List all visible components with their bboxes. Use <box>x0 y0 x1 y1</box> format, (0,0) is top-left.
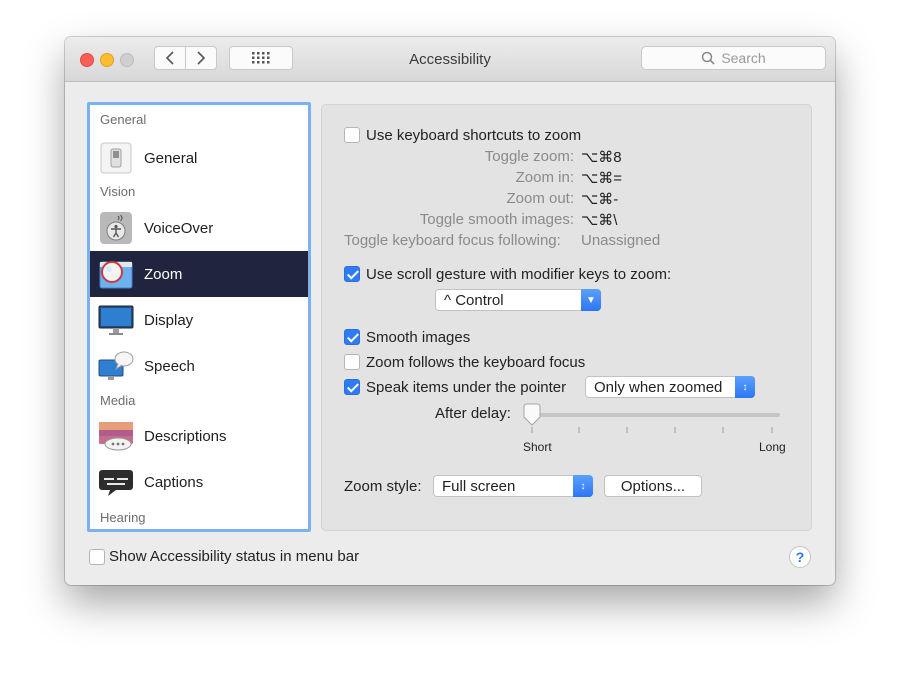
descriptions-icon <box>99 422 133 451</box>
shortcut-value-smooth-images: ⌥⌘\ <box>581 212 618 229</box>
search-field[interactable]: Search <box>641 46 826 70</box>
slider-thumb[interactable] <box>523 403 541 426</box>
search-placeholder: Search <box>721 50 766 66</box>
smooth-images-label: Smooth images <box>366 329 471 346</box>
options-button-label: Options... <box>620 477 686 495</box>
shortcut-value-toggle-zoom: ⌥⌘8 <box>581 149 622 166</box>
captions-icon <box>99 470 133 496</box>
zoom-style-popup[interactable]: Full screen ↕ <box>433 475 593 497</box>
slider-min-label: Short <box>523 440 552 454</box>
scroll-gesture-checkbox[interactable] <box>344 266 360 282</box>
smooth-images-checkbox[interactable] <box>344 329 360 345</box>
display-icon <box>98 305 134 335</box>
speech-icon <box>98 351 134 380</box>
sidebar-item-label: Speech <box>144 357 195 375</box>
category-media: Media <box>100 393 136 408</box>
preferences-window: Accessibility Search General General Vis… <box>65 37 835 585</box>
voiceover-icon <box>100 212 132 244</box>
zoom-style-label: Zoom style: <box>344 478 422 495</box>
show-status-checkbox[interactable] <box>89 549 105 565</box>
after-delay-label: After delay: <box>435 405 511 422</box>
options-button[interactable]: Options... <box>604 475 702 497</box>
category-vision: Vision <box>100 184 136 199</box>
shortcut-label-zoom-out: Zoom out: <box>506 190 574 207</box>
delay-slider[interactable] <box>518 401 788 441</box>
show-status-label: Show Accessibility status in menu bar <box>109 548 360 565</box>
slider-ticks <box>531 427 773 433</box>
help-button[interactable]: ? <box>789 546 811 568</box>
shortcut-label-keyboard-focus: Toggle keyboard focus following: <box>344 232 561 249</box>
sidebar-item-label: Captions <box>144 473 204 491</box>
keyboard-shortcuts-label: Use keyboard shortcuts to zoom <box>366 127 582 144</box>
switch-icon <box>100 142 132 174</box>
shortcut-value-zoom-out: ⌥⌘- <box>581 191 619 208</box>
modifier-key-value: ^ Control <box>444 291 504 309</box>
shortcut-label-smooth-images: Toggle smooth images: <box>419 211 574 228</box>
sidebar-item-voiceover[interactable]: VoiceOver <box>90 205 308 251</box>
keyboard-shortcuts-checkbox[interactable] <box>344 127 360 143</box>
category-general: General <box>100 112 147 127</box>
slider-max-label: Long <box>759 440 786 454</box>
follow-focus-label: Zoom follows the keyboard focus <box>366 354 586 371</box>
search-icon <box>702 51 715 65</box>
sidebar-item-label: Display <box>144 311 194 329</box>
shortcut-value-zoom-in: ⌥⌘= <box>581 170 623 187</box>
sidebar-item-label: General <box>144 149 198 167</box>
zoom-settings-pane: Use keyboard shortcuts to zoom Toggle zo… <box>321 104 812 531</box>
zoom-style-value: Full screen <box>442 477 516 495</box>
sidebar-item-label: VoiceOver <box>144 219 214 237</box>
scroll-gesture-label: Use scroll gesture with modifier keys to… <box>366 266 672 283</box>
sidebar-item-captions[interactable]: Captions <box>90 459 308 505</box>
sidebar-item-label: Zoom <box>144 265 183 283</box>
sidebar-item-zoom[interactable]: Zoom <box>90 251 308 297</box>
sidebar-item-speech[interactable]: Speech <box>90 343 308 389</box>
chevron-updown-icon: ↕ <box>573 475 593 497</box>
speak-items-checkbox[interactable] <box>344 379 360 395</box>
sidebar-list[interactable]: General General Vision VoiceOver Zoom Di… <box>87 102 311 532</box>
sidebar-item-display[interactable]: Display <box>90 297 308 343</box>
question-icon: ? <box>795 549 805 565</box>
speak-items-label: Speak items under the pointer <box>366 379 567 396</box>
shortcut-label-zoom-in: Zoom in: <box>515 169 574 186</box>
follow-focus-checkbox[interactable] <box>344 354 360 370</box>
modifier-key-popup[interactable]: ^ Control ▼ <box>435 289 601 311</box>
sidebar-item-general[interactable]: General <box>90 135 308 181</box>
zoom-icon <box>99 261 133 289</box>
chevron-down-icon: ▼ <box>581 289 601 311</box>
title-bar: Accessibility Search <box>65 37 835 82</box>
chevron-updown-icon: ↕ <box>735 376 755 398</box>
sidebar-item-descriptions[interactable]: Descriptions <box>90 413 308 459</box>
shortcut-value-keyboard-focus: Unassigned <box>581 232 661 249</box>
shortcut-label-toggle-zoom: Toggle zoom: <box>484 148 574 165</box>
speak-items-value: Only when zoomed <box>594 378 723 396</box>
slider-track <box>526 413 780 417</box>
category-hearing: Hearing <box>100 510 146 525</box>
sidebar-item-label: Descriptions <box>144 427 227 445</box>
speak-items-popup[interactable]: Only when zoomed ↕ <box>585 376 755 398</box>
